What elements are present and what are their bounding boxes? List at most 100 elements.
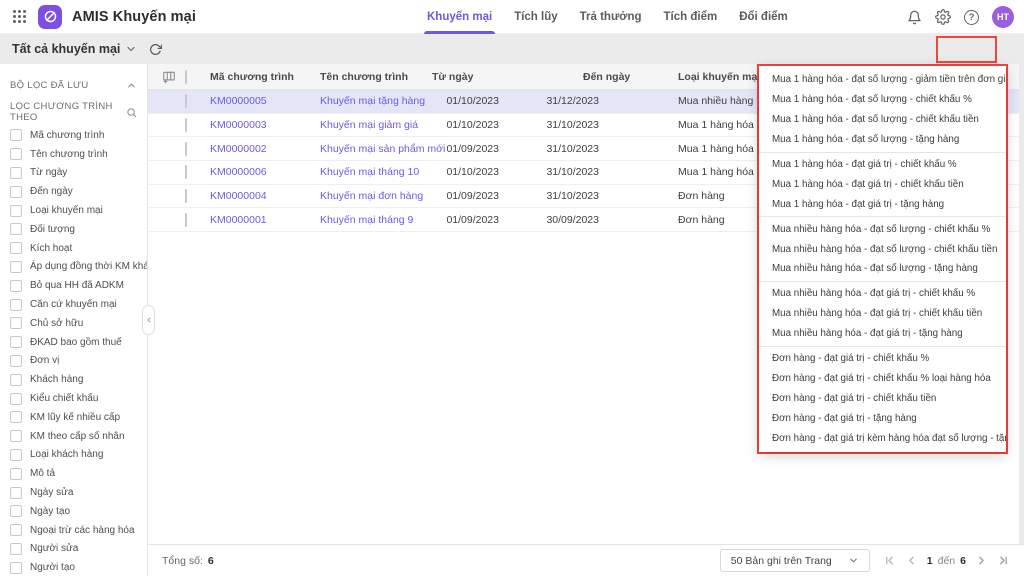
menu-item[interactable]: Mua nhiều hàng hóa - đạt số lượng - chiế… [759, 239, 1006, 259]
sidebar-collapse-button[interactable] [142, 305, 155, 335]
column-settings-icon[interactable] [162, 70, 185, 84]
row-code-link[interactable]: KM0000005 [210, 95, 320, 107]
menu-item[interactable]: Mua nhiều hàng hóa - đạt số lượng - tặng… [759, 259, 1006, 279]
filter-item[interactable]: Kiểu chiết khấu [10, 389, 137, 408]
filter-item[interactable]: Ngày sửa [10, 483, 137, 502]
tab-tich-diem[interactable]: Tích điểm [664, 0, 718, 34]
menu-item[interactable]: Đơn hàng - đạt giá trị kèm hàng hóa đạt … [759, 428, 1006, 448]
menu-item[interactable]: Mua 1 hàng hóa - đạt giá trị - chiết khấ… [759, 155, 1006, 175]
filter-item[interactable]: Đối tượng [10, 220, 137, 239]
menu-item[interactable]: Đơn hàng - đạt giá trị - chiết khấu tiền [759, 388, 1006, 408]
tab-tich-luy[interactable]: Tích lũy [514, 0, 557, 34]
column-header-name[interactable]: Tên chương trình [320, 71, 424, 83]
filter-item[interactable]: Đến ngày [10, 182, 137, 201]
checkbox[interactable] [10, 167, 22, 179]
checkbox[interactable] [10, 261, 22, 273]
gear-icon[interactable] [935, 9, 951, 25]
bell-icon[interactable] [907, 10, 922, 25]
tab-tra-thuong[interactable]: Trả thưởng [580, 0, 642, 34]
checkbox[interactable] [10, 129, 22, 141]
checkbox[interactable] [10, 280, 22, 292]
filter-item[interactable]: Đơn vị [10, 352, 137, 371]
filter-item[interactable]: Người tạo [10, 558, 137, 576]
column-header-from[interactable]: Từ ngày [424, 71, 499, 83]
menu-item[interactable]: Đơn hàng - đạt giá trị - tặng hàng [759, 408, 1006, 428]
checkbox[interactable] [10, 148, 22, 160]
filter-item[interactable]: Áp dụng đồng thời KM khác [10, 258, 137, 277]
pagination-first-icon[interactable] [883, 554, 896, 567]
filter-item[interactable]: Mã chương trình [10, 126, 137, 145]
view-selector-dropdown[interactable]: Tất cả khuyến mại [12, 42, 137, 56]
menu-item[interactable]: Mua 1 hàng hóa - đạt số lượng - giảm tiề… [759, 70, 1006, 90]
refresh-icon[interactable] [149, 43, 162, 56]
filter-item[interactable]: ĐKAD bao gồm thuế [10, 333, 137, 352]
menu-item[interactable]: Mua 1 hàng hóa - đạt số lượng - chiết kh… [759, 110, 1006, 130]
filter-item[interactable]: Loại khuyến mại [10, 201, 137, 220]
filter-item[interactable]: Người sửa [10, 540, 137, 559]
row-checkbox[interactable] [185, 118, 187, 132]
menu-item[interactable]: Mua 1 hàng hóa - đạt số lượng - chiết kh… [759, 90, 1006, 110]
row-code-link[interactable]: KM0000004 [210, 190, 320, 202]
row-checkbox[interactable] [185, 94, 187, 108]
checkbox[interactable] [10, 543, 22, 555]
tab-khuyen-mai[interactable]: Khuyến mại [427, 0, 492, 34]
select-all-checkbox[interactable] [185, 70, 187, 84]
checkbox[interactable] [10, 411, 22, 423]
filter-item[interactable]: Bỏ qua HH đã ADKM [10, 276, 137, 295]
menu-item[interactable]: Đơn hàng - đạt giá trị - chiết khấu % lo… [759, 368, 1006, 388]
filter-item[interactable]: Khách hàng [10, 370, 137, 389]
row-name-link[interactable]: Khuyến mại đơn hàng [320, 190, 424, 202]
menu-item[interactable]: Đơn hàng - đạt giá trị - chiết khấu % [759, 349, 1006, 369]
checkbox[interactable] [10, 374, 22, 386]
row-checkbox[interactable] [185, 213, 187, 227]
filter-item[interactable]: KM theo cấp số nhân [10, 427, 137, 446]
filter-item[interactable]: KM lũy kế nhiều cấp [10, 408, 137, 427]
checkbox[interactable] [10, 223, 22, 235]
pagination-prev-icon[interactable] [905, 554, 918, 567]
row-code-link[interactable]: KM0000002 [210, 143, 320, 155]
filter-item[interactable]: Mô tả [10, 464, 137, 483]
row-name-link[interactable]: Khuyến mại tặng hàng [320, 95, 424, 107]
vertical-scrollbar[interactable] [1019, 64, 1024, 544]
row-name-link[interactable]: Khuyến mại tháng 9 [320, 214, 424, 226]
menu-item[interactable]: Mua 1 hàng hóa - đạt giá trị - chiết khấ… [759, 174, 1006, 194]
tab-doi-diem[interactable]: Đổi điểm [739, 0, 788, 34]
column-header-to[interactable]: Đến ngày [499, 71, 599, 83]
checkbox[interactable] [10, 317, 22, 329]
filter-item[interactable]: Chủ sở hữu [10, 314, 137, 333]
checkbox[interactable] [10, 562, 22, 574]
filter-item[interactable]: Căn cứ khuyến mại [10, 295, 137, 314]
checkbox[interactable] [10, 505, 22, 517]
filter-item[interactable]: Ngoại trừ các hàng hóa [10, 521, 137, 540]
menu-item[interactable]: Mua nhiều hàng hóa - đạt giá trị - chiết… [759, 284, 1006, 304]
checkbox[interactable] [10, 299, 22, 311]
menu-item[interactable]: Mua nhiều hàng hóa - đạt giá trị - tặng … [759, 324, 1006, 344]
row-checkbox[interactable] [185, 142, 187, 156]
checkbox[interactable] [10, 430, 22, 442]
row-name-link[interactable]: Khuyến mại tháng 10 [320, 166, 424, 178]
filter-item[interactable]: Kích hoạt [10, 239, 137, 258]
checkbox[interactable] [10, 393, 22, 405]
pagination-next-icon[interactable] [975, 554, 988, 567]
page-size-select[interactable]: 50 Bản ghi trên Trang [720, 549, 870, 572]
row-code-link[interactable]: KM0000003 [210, 119, 320, 131]
checkbox[interactable] [10, 487, 22, 499]
saved-filters-header[interactable]: BỘ LỌC ĐÃ LƯU [10, 74, 137, 96]
checkbox[interactable] [10, 336, 22, 348]
row-name-link[interactable]: Khuyến mại giảm giá [320, 119, 424, 131]
menu-item[interactable]: Mua nhiều hàng hóa - đạt giá trị - chiết… [759, 304, 1006, 324]
app-launcher-grid-icon[interactable] [13, 10, 26, 23]
filter-item[interactable]: Tên chương trình [10, 145, 137, 164]
menu-item[interactable]: Mua 1 hàng hóa - đạt số lượng - tặng hàn… [759, 130, 1006, 150]
row-code-link[interactable]: KM0000006 [210, 166, 320, 178]
menu-item[interactable]: Mua nhiều hàng hóa - đạt số lượng - chiế… [759, 219, 1006, 239]
checkbox[interactable] [10, 468, 22, 480]
checkbox[interactable] [10, 449, 22, 461]
checkbox[interactable] [10, 205, 22, 217]
column-header-code[interactable]: Mã chương trình [210, 71, 320, 83]
row-checkbox[interactable] [185, 165, 187, 179]
checkbox[interactable] [10, 186, 22, 198]
filter-item[interactable]: Loại khách hàng [10, 446, 137, 465]
help-icon[interactable]: ? [964, 10, 979, 25]
row-name-link[interactable]: Khuyến mại sản phẩm mới [320, 143, 424, 155]
